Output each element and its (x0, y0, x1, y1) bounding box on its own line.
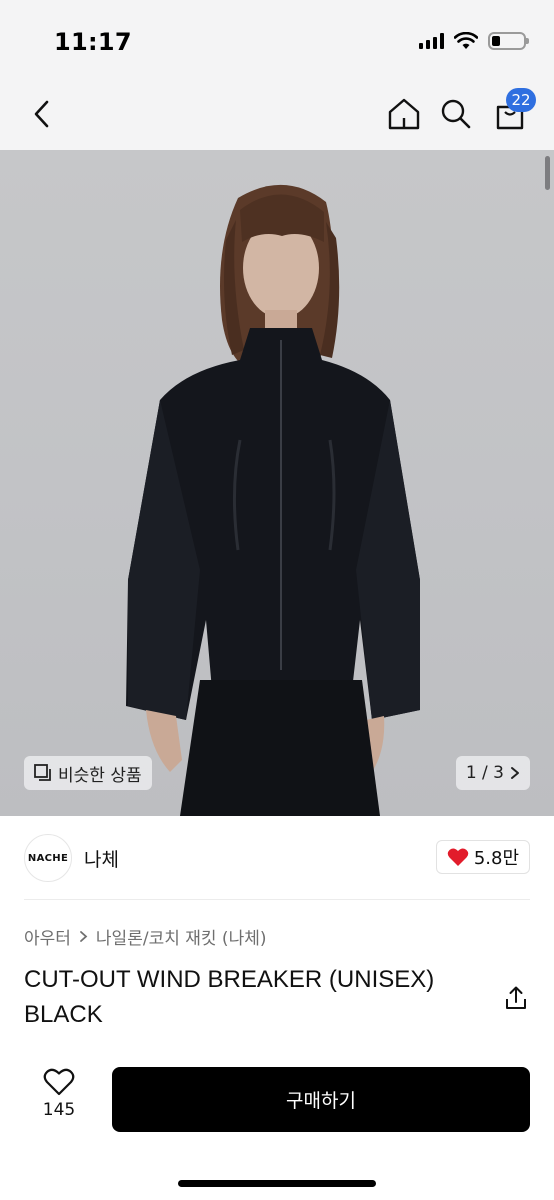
divider (24, 899, 530, 900)
battery-icon (488, 32, 529, 50)
brand-like-count: 5.8만 (473, 848, 519, 869)
buy-button[interactable]: 구매하기 (112, 1067, 530, 1132)
brand-name[interactable]: 나체 (84, 845, 119, 872)
scroll-indicator (545, 156, 550, 190)
status-bar: 11:17 (0, 0, 554, 80)
breadcrumb-item[interactable]: 아우터 (24, 924, 71, 949)
heart-filled-icon (447, 848, 469, 866)
cart-count-badge: 22 (506, 88, 536, 112)
home-icon (388, 98, 420, 130)
copy-icon (34, 764, 51, 781)
brand-like-button[interactable]: 5.8만 (435, 840, 530, 874)
breadcrumb-item[interactable]: 나일론/코치 재킷 (나체) (96, 924, 267, 949)
product-title: CUT-OUT WIND BREAKER (UNISEX) BLACK (24, 966, 435, 1028)
home-indicator (178, 1180, 376, 1187)
search-button[interactable] (436, 94, 476, 134)
product-photo (126, 184, 420, 816)
brand-row: NACHE 나체 5.8만 (0, 816, 554, 900)
battery-level (492, 36, 500, 46)
image-pager-label: 1 / 3 (465, 763, 504, 783)
similar-products-label: 비슷한 상품 (58, 765, 142, 786)
cellular-signal-icon (419, 33, 444, 49)
chevron-right-icon (80, 931, 88, 942)
status-time: 11:17 (54, 28, 132, 56)
product-image-carousel[interactable]: 비슷한 상품 1 / 3 (0, 150, 554, 816)
share-button[interactable] (502, 984, 530, 1012)
top-navigation: 22 (0, 80, 554, 150)
wishlist-count: 145 (42, 1100, 76, 1120)
chevron-left-icon (34, 100, 49, 128)
search-icon (441, 99, 471, 129)
breadcrumb: 아우터 나일론/코치 재킷 (나체) (24, 924, 266, 949)
image-pager-button[interactable]: 1 / 3 (455, 756, 530, 790)
status-icons (419, 32, 529, 50)
back-button[interactable] (22, 94, 62, 134)
similar-products-button[interactable]: 비슷한 상품 (24, 756, 152, 790)
wishlist-button[interactable]: 145 (30, 1068, 88, 1120)
brand-logo[interactable]: NACHE (24, 834, 72, 882)
cart-button[interactable]: 22 (490, 88, 536, 134)
heart-outline-icon (43, 1068, 75, 1096)
wifi-icon (454, 32, 478, 49)
share-icon (506, 986, 526, 1009)
chevron-right-icon (511, 767, 519, 779)
home-button[interactable] (384, 94, 424, 134)
